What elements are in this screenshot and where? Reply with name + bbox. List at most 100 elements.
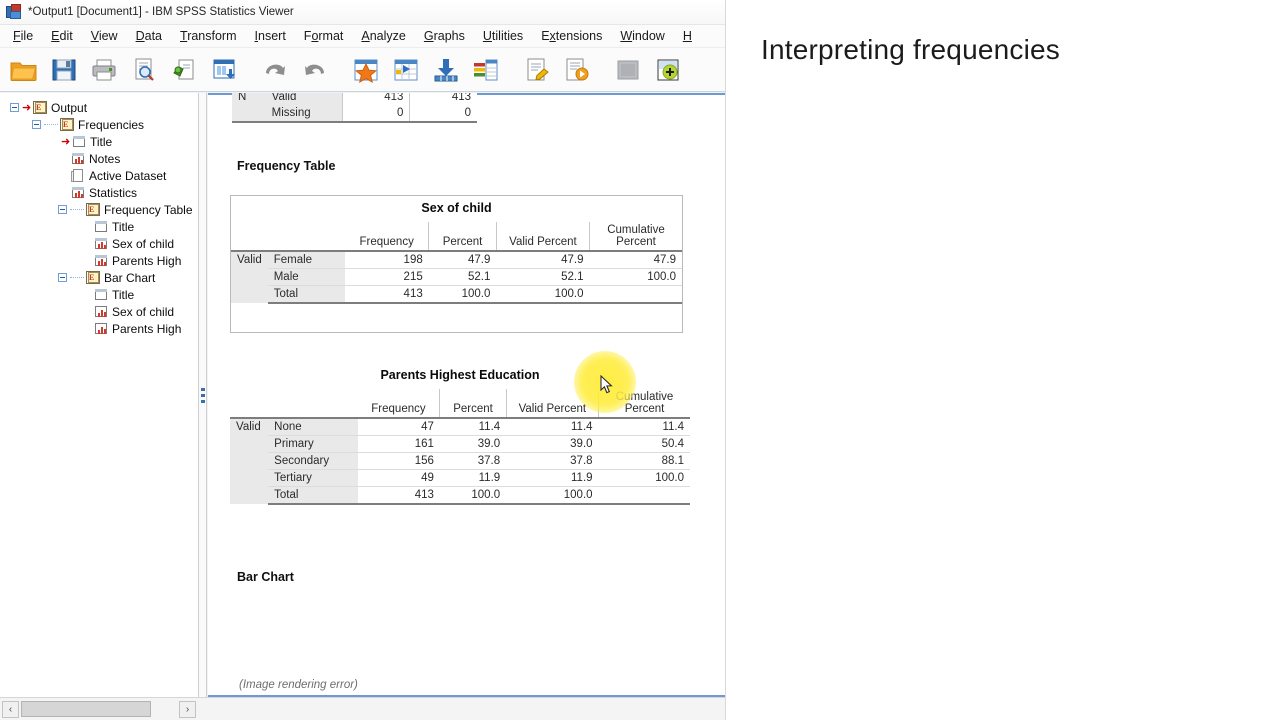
- tree-label: Title: [112, 287, 135, 302]
- tree-node-title-3[interactable]: Title: [6, 286, 198, 303]
- table-title: Sex of child: [421, 201, 492, 215]
- tree-node-sex-of-child-chart[interactable]: Sex of child: [6, 303, 198, 320]
- collapse-toggle-icon[interactable]: [32, 120, 41, 129]
- goto-case-icon[interactable]: [348, 52, 384, 88]
- toolbar: [0, 48, 725, 92]
- menu-file[interactable]: File: [4, 27, 42, 45]
- menu-graphs[interactable]: Graphs: [415, 27, 474, 45]
- print-icon[interactable]: [86, 52, 122, 88]
- tree-node-title-2[interactable]: Title: [6, 218, 198, 235]
- promote-icon[interactable]: [610, 52, 646, 88]
- frequency-table-heading: Frequency Table: [237, 159, 336, 173]
- row-label: Primary: [268, 435, 358, 453]
- table-row[interactable]: Primary 161 39.0 39.0 50.4: [230, 435, 690, 453]
- menu-insert[interactable]: Insert: [246, 27, 295, 45]
- menu-analyze[interactable]: Analyze: [352, 27, 414, 45]
- variables-icon[interactable]: [468, 52, 504, 88]
- menu-format[interactable]: Format: [295, 27, 353, 45]
- tree-node-bar-chart[interactable]: E Bar Chart: [6, 269, 198, 286]
- statistics-table-clipped[interactable]: N Valid 413 413 Missing 0 0: [232, 93, 477, 123]
- collapse-toggle-icon[interactable]: [58, 273, 67, 282]
- table-row[interactable]: Total 413 100.0 100.0: [231, 285, 682, 304]
- panel-splitter[interactable]: [199, 93, 207, 697]
- sex-of-child-table-box[interactable]: Sex of child Frequency Percent Valid Per…: [230, 195, 683, 333]
- column-header-percent: Percent: [439, 389, 507, 419]
- redo-icon[interactable]: [297, 52, 333, 88]
- table-row[interactable]: Missing 0 0: [232, 105, 477, 123]
- tree-node-statistics[interactable]: Statistics: [6, 184, 198, 201]
- sex-of-child-table[interactable]: Sex of child Frequency Percent Valid Per…: [231, 196, 682, 304]
- menu-view[interactable]: View: [82, 27, 127, 45]
- tree-label: Title: [112, 219, 135, 234]
- image-rendering-error-note: (Image rendering error): [239, 679, 358, 691]
- output-document-area[interactable]: N Valid 413 413 Missing 0 0 Frequency Ta…: [208, 93, 725, 697]
- menu-window[interactable]: Window: [611, 27, 673, 45]
- table-row[interactable]: N Valid 413 413: [232, 93, 477, 105]
- outline-tree-panel[interactable]: ➜ E Output E Frequencies ➜ Title Notes A…: [0, 93, 199, 697]
- tree-connector: [70, 277, 84, 278]
- menu-help[interactable]: H: [674, 27, 701, 45]
- save-icon[interactable]: [46, 52, 82, 88]
- tree-node-output[interactable]: ➜ E Output: [6, 99, 198, 116]
- tree-label: Output: [51, 100, 88, 115]
- table-row[interactable]: Valid Female 198 47.9 47.9 47.9: [231, 251, 682, 303]
- run-syntax-icon[interactable]: [519, 52, 555, 88]
- cell-value: 0: [342, 105, 410, 123]
- export-icon[interactable]: [206, 52, 242, 88]
- scroll-right-arrow-icon[interactable]: ›: [179, 700, 196, 718]
- row-group-label: [232, 105, 266, 123]
- collapse-toggle-icon[interactable]: [58, 205, 67, 214]
- splitter-grip[interactable]: [201, 388, 205, 406]
- tree-node-frequencies[interactable]: E Frequencies: [6, 116, 198, 133]
- spss-statistics-viewer-window: *Output1 [Document1] - IBM SPSS Statisti…: [0, 0, 726, 720]
- tree-node-parents-high-table[interactable]: Parents High: [6, 252, 198, 269]
- title-icon: [94, 220, 109, 234]
- tree-node-notes[interactable]: Notes: [6, 150, 198, 167]
- goto-variable-icon[interactable]: [388, 52, 424, 88]
- corner-cell-2: [267, 222, 346, 252]
- tree-node-sex-of-child-table[interactable]: Sex of child: [6, 235, 198, 252]
- table-row[interactable]: Secondary 156 37.8 37.8 88.1: [230, 452, 690, 470]
- table-header-row: Frequency Percent Valid Percent Cumulati…: [231, 222, 682, 252]
- tree-node-parents-high-chart[interactable]: Parents High: [6, 320, 198, 337]
- table-row[interactable]: Male 215 52.1 52.1 100.0: [231, 268, 682, 286]
- cell-percent: 100.0: [428, 285, 497, 304]
- window-title: *Output1 [Document1] - IBM SPSS Statisti…: [28, 6, 294, 18]
- menu-bar: File Edit View Data Transform Insert For…: [0, 25, 725, 48]
- menu-extensions[interactable]: Extensions: [532, 27, 611, 45]
- tree-label: Sex of child: [112, 236, 175, 251]
- menu-utilities[interactable]: Utilities: [474, 27, 532, 45]
- table-icon: [94, 237, 109, 251]
- outline-horizontal-scrollbar[interactable]: ‹ ›: [0, 697, 199, 720]
- cell-value: 0: [409, 105, 477, 123]
- table-row[interactable]: Total 413 100.0 100.0: [230, 486, 690, 505]
- tree-label: Statistics: [89, 185, 138, 200]
- row-label: Missing: [265, 105, 343, 123]
- open-file-icon[interactable]: [6, 52, 42, 88]
- collapse-toggle-icon[interactable]: [10, 103, 19, 112]
- output-book-icon: E: [86, 270, 101, 285]
- tree-node-frequency-table[interactable]: E Frequency Table: [6, 201, 198, 218]
- output-book-icon: E: [33, 100, 48, 115]
- print-preview-icon[interactable]: [126, 52, 162, 88]
- export-report-icon[interactable]: [559, 52, 595, 88]
- tree-node-active-dataset[interactable]: Active Dataset: [6, 167, 198, 184]
- scroll-left-arrow-icon[interactable]: ‹: [2, 700, 19, 718]
- cell-cumulative-percent: 100.0: [598, 469, 690, 487]
- undo-icon[interactable]: [257, 52, 293, 88]
- tree-node-title-1[interactable]: ➜ Title: [6, 133, 198, 150]
- recall-dialogs-icon[interactable]: [166, 52, 202, 88]
- menu-data[interactable]: Data: [127, 27, 171, 45]
- table-row[interactable]: Valid None 47 11.4 11.4 11.4: [230, 418, 690, 504]
- row-label: Total: [267, 285, 346, 304]
- row-label: Secondary: [268, 452, 358, 470]
- cell-percent: 52.1: [428, 268, 497, 286]
- goto-data-icon[interactable]: [428, 52, 464, 88]
- menu-edit[interactable]: Edit: [42, 27, 82, 45]
- column-header-frequency: Frequency: [345, 222, 429, 252]
- scrollbar-thumb[interactable]: [21, 701, 151, 717]
- cell-frequency: 413: [345, 285, 429, 304]
- insert-object-icon[interactable]: [650, 52, 686, 88]
- menu-transform[interactable]: Transform: [171, 27, 246, 45]
- table-row[interactable]: Tertiary 49 11.9 11.9 100.0: [230, 469, 690, 487]
